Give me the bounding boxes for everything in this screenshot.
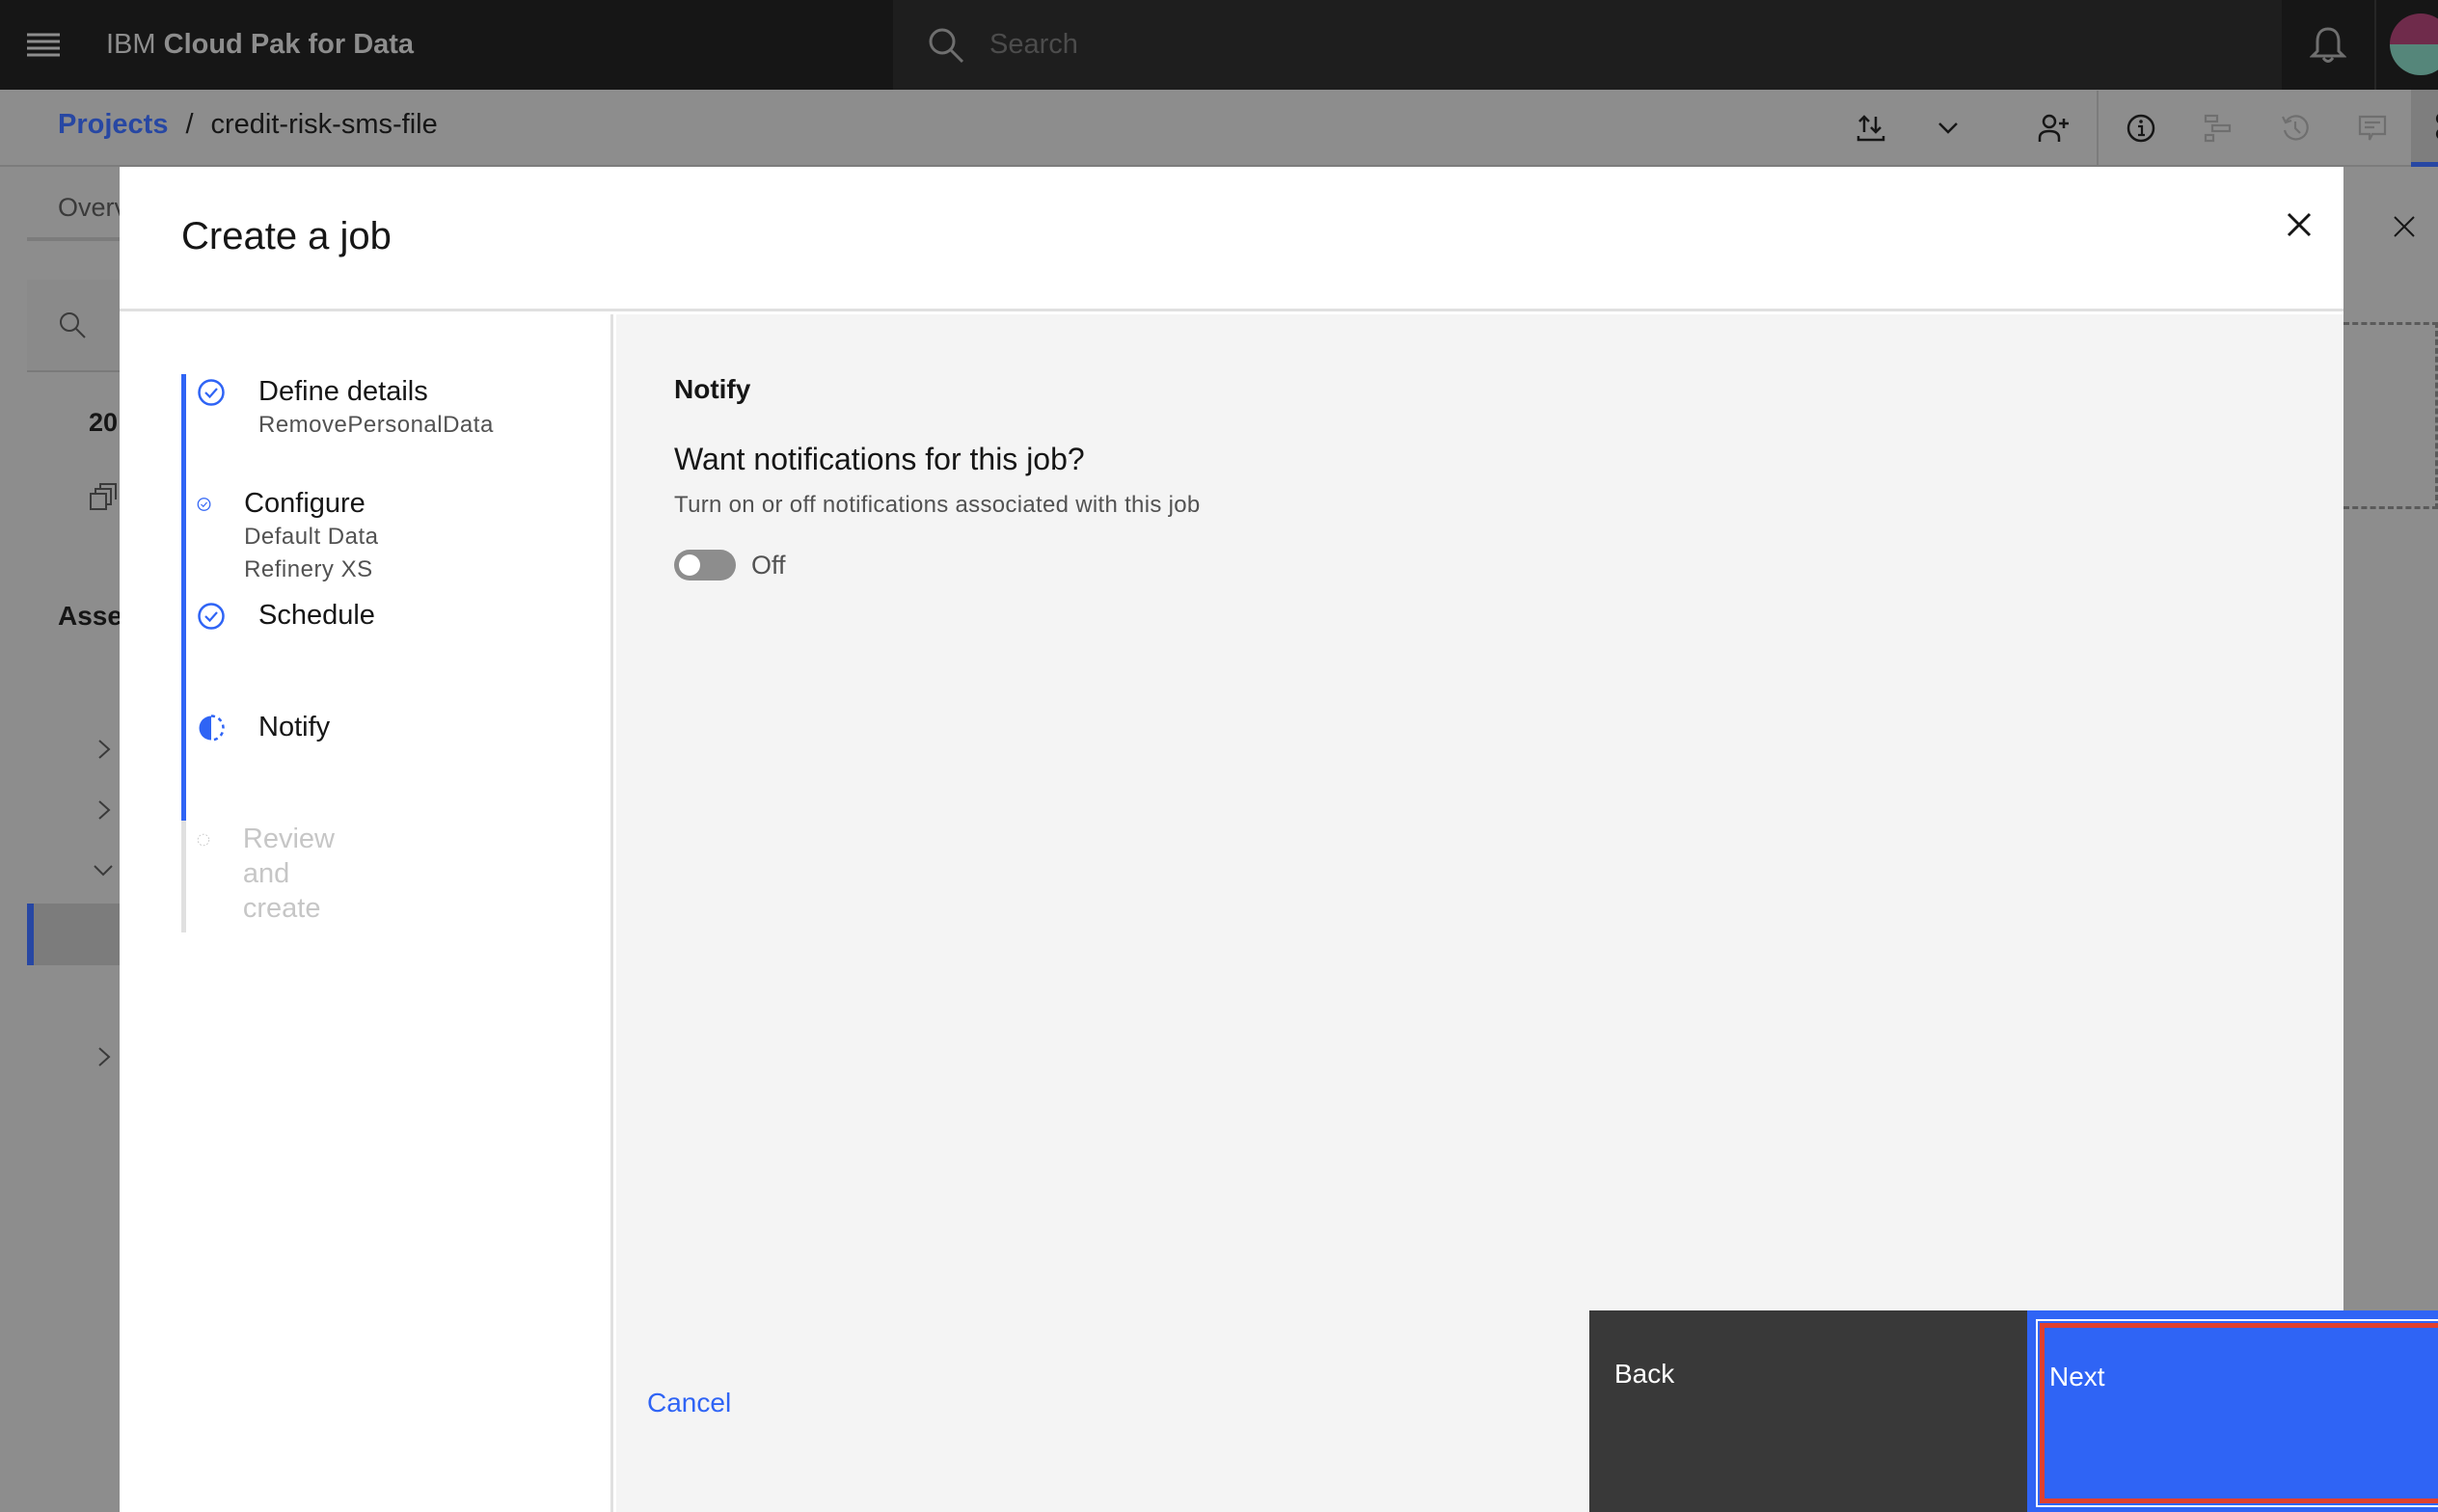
lineage-button[interactable] <box>2180 90 2257 167</box>
next-button[interactable]: Next <box>2027 1310 2438 1512</box>
checkmark-outline-icon <box>197 498 211 511</box>
bell-icon <box>2310 26 2346 63</box>
info-button[interactable] <box>2102 90 2180 167</box>
history-button[interactable] <box>2257 90 2334 167</box>
global-search[interactable]: Search <box>893 0 2282 90</box>
notification-toggle[interactable] <box>674 550 736 580</box>
step-label: Notify <box>258 712 331 742</box>
chevron-down-icon <box>94 865 113 877</box>
top-header: IBM Cloud Pak for Data Search <box>0 0 2438 90</box>
step-review-and-create: Review and create <box>197 822 350 926</box>
apps-button[interactable] <box>2411 90 2438 167</box>
project-header: Projects / credit-risk-sms-file <box>0 90 2438 167</box>
breadcrumb-projects-link[interactable]: Projects <box>58 109 168 141</box>
brand-name: Cloud Pak for Data <box>163 29 415 60</box>
background-selected-row <box>27 904 123 965</box>
import-export-dropdown[interactable] <box>1910 90 1987 167</box>
step-define-details[interactable]: Define details RemovePersonalData <box>197 374 494 442</box>
background-count: 20 <box>89 408 119 437</box>
checkmark-outline-icon <box>198 379 225 406</box>
background-close-icon <box>2394 216 2415 237</box>
progress-indicator-panel: Define details RemovePersonalData Config… <box>120 314 613 1512</box>
step-notify[interactable]: Notify <box>197 710 330 744</box>
step-sublabel: Default Data Refinery XS <box>244 524 379 582</box>
incomplete-half-icon <box>199 715 225 742</box>
notifications-button[interactable] <box>2282 0 2376 90</box>
progress-rail-complete <box>181 374 186 821</box>
apps-icon <box>2435 113 2438 139</box>
upload-download-icon <box>1856 115 1885 142</box>
step-label: Schedule <box>258 600 375 631</box>
close-icon <box>2287 212 2312 237</box>
hamburger-menu-button[interactable] <box>0 0 87 90</box>
project-toolbar <box>1832 90 2438 167</box>
create-job-modal: Create a job Define details RemovePerson… <box>120 167 2438 1512</box>
chevron-down-icon <box>1938 122 1958 134</box>
search-icon <box>929 28 964 63</box>
history-icon <box>2282 115 2309 141</box>
checkmark-outline-icon <box>198 603 225 630</box>
notification-question: Want notifications for this job? <box>674 442 1085 476</box>
step-label: Define details <box>258 376 428 407</box>
breadcrumb-separator: / <box>185 109 194 140</box>
progress-rail-incomplete <box>181 821 186 932</box>
step-schedule[interactable]: Schedule <box>197 598 375 633</box>
breadcrumb: Projects / credit-risk-sms-file <box>58 109 438 141</box>
copy-icon <box>90 483 117 510</box>
notification-description: Turn on or off notifications associated … <box>674 492 1201 518</box>
comments-button[interactable] <box>2334 90 2411 167</box>
toolbar-divider <box>2097 91 2099 166</box>
step-label: Review and create <box>242 824 335 924</box>
search-input[interactable]: Search <box>989 29 1078 61</box>
brand-prefix: IBM <box>106 29 156 60</box>
import-export-button[interactable] <box>1832 90 1910 167</box>
cancel-button[interactable]: Cancel <box>647 1388 731 1418</box>
step-sublabel: RemovePersonalData <box>258 412 494 438</box>
chevron-right-icon <box>98 800 111 820</box>
notification-toggle-group: Off <box>674 550 786 580</box>
back-button[interactable]: Back <box>1589 1310 2027 1512</box>
toggle-knob <box>679 554 700 576</box>
app-brand[interactable]: IBM Cloud Pak for Data <box>106 29 414 61</box>
info-icon <box>2126 114 2155 143</box>
next-button-label: Next <box>2049 1362 2105 1391</box>
step-configure[interactable]: Configure Default Data Refinery XS <box>197 486 380 586</box>
user-avatar[interactable] <box>2390 14 2438 75</box>
step-label: Configure <box>244 488 366 519</box>
background-dropzone <box>2343 322 2438 509</box>
background-tab-overview: Overv <box>58 193 128 222</box>
notify-step-content: Notify Want notifications for this job? … <box>616 314 2438 1512</box>
modal-header: Create a job <box>120 167 2343 311</box>
modal-close-button[interactable] <box>2270 196 2328 254</box>
dashed-circle-icon <box>197 833 210 847</box>
modal-title: Create a job <box>181 215 392 257</box>
highlight-box <box>2040 1323 2438 1503</box>
toggle-state-label: Off <box>751 550 786 580</box>
background-assets-heading: Asse <box>58 601 122 631</box>
add-user-icon <box>2038 114 2069 142</box>
breadcrumb-current: credit-risk-sms-file <box>210 109 438 140</box>
lineage-icon <box>2204 114 2232 143</box>
comment-icon <box>2358 115 2387 141</box>
chevron-right-icon <box>98 1047 111 1066</box>
section-title: Notify <box>674 374 751 404</box>
hamburger-icon <box>27 33 60 56</box>
chevron-right-icon <box>98 740 111 759</box>
add-collaborator-button[interactable] <box>2016 90 2093 167</box>
background-search-icon <box>60 312 86 338</box>
